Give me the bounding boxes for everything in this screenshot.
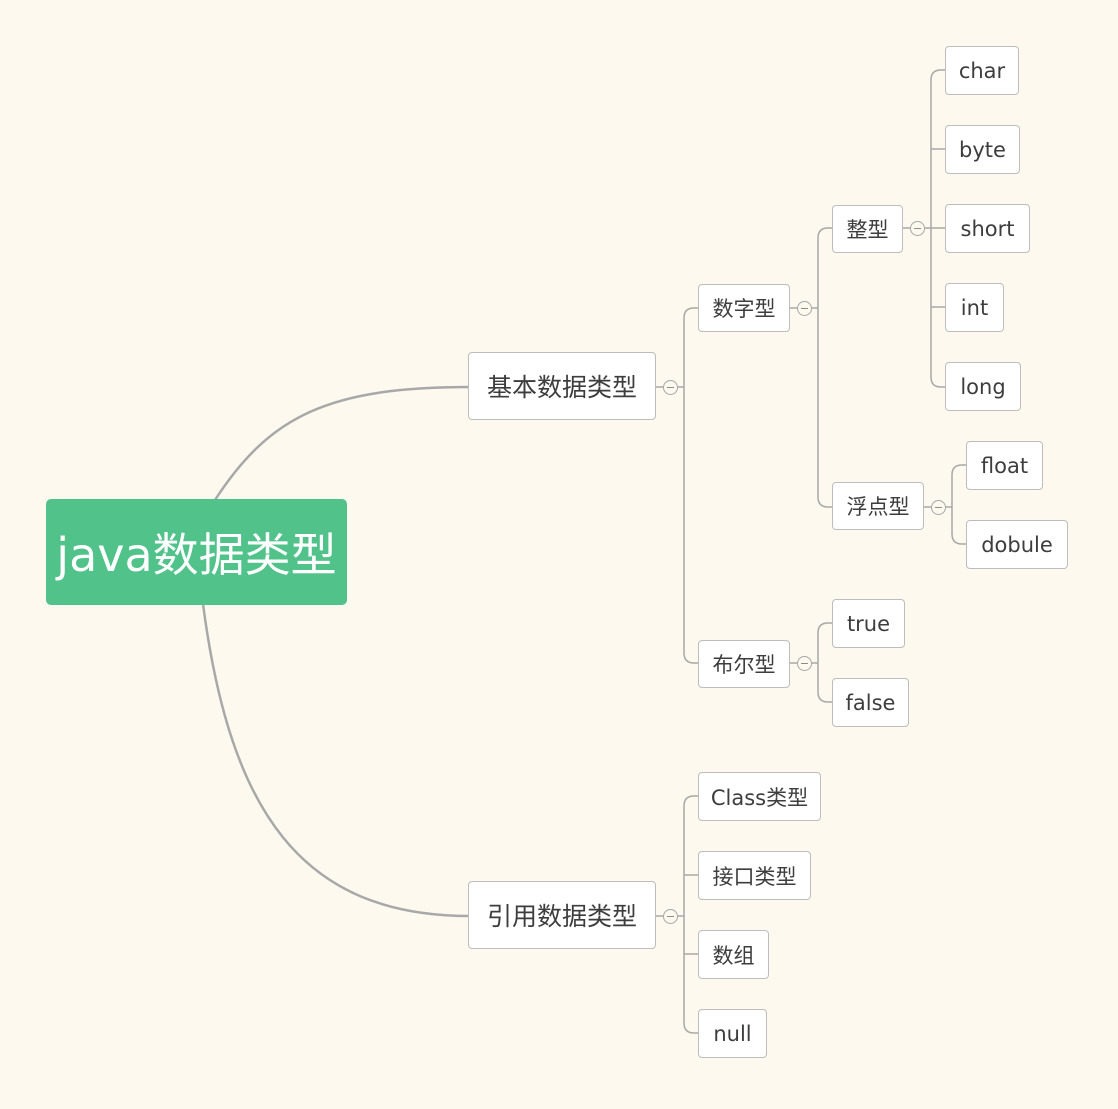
topic-short[interactable]: short: [945, 204, 1030, 253]
topic-char[interactable]: char: [945, 46, 1019, 95]
mindmap-canvas: java数据类型 基本数据类型 引用数据类型 数字型 布尔型 整型 浮点型 ch…: [0, 0, 1118, 1109]
topic-boolean[interactable]: 布尔型: [698, 640, 790, 688]
collapse-floating-icon[interactable]: [931, 500, 946, 515]
topic-floating[interactable]: 浮点型: [832, 482, 924, 530]
collapse-boolean-icon[interactable]: [797, 656, 812, 671]
collapse-integer-icon[interactable]: [910, 221, 925, 236]
topic-integer[interactable]: 整型: [832, 205, 903, 253]
connector-bool-bus: [817, 622, 833, 703]
root-topic[interactable]: java数据类型: [46, 499, 347, 605]
topic-int[interactable]: int: [945, 283, 1004, 332]
collapse-number-icon[interactable]: [797, 301, 812, 316]
connector-basic-bus: [683, 307, 699, 664]
topic-array[interactable]: 数组: [698, 930, 769, 979]
connector-number-bus: [817, 227, 833, 508]
topic-basic-types[interactable]: 基本数据类型: [468, 352, 656, 420]
connector-float-bus: [951, 464, 967, 545]
collapse-reference-types-icon[interactable]: [663, 909, 678, 924]
topic-false[interactable]: false: [832, 678, 909, 727]
topic-number[interactable]: 数字型: [698, 284, 790, 332]
topic-reference-types[interactable]: 引用数据类型: [468, 881, 656, 949]
connector-root-reference: [201, 603, 471, 918]
topic-byte[interactable]: byte: [945, 125, 1020, 174]
topic-null[interactable]: null: [698, 1009, 767, 1058]
topic-long[interactable]: long: [945, 362, 1021, 411]
topic-true[interactable]: true: [832, 599, 905, 648]
topic-float[interactable]: float: [966, 441, 1043, 490]
collapse-basic-types-icon[interactable]: [663, 380, 678, 395]
connector-reference-bus: [683, 795, 699, 1034]
topic-interface-type[interactable]: 接口类型: [698, 851, 811, 900]
topic-dobule[interactable]: dobule: [966, 520, 1068, 569]
topic-class-type[interactable]: Class类型: [698, 772, 821, 821]
connector-root-basic: [213, 385, 471, 501]
